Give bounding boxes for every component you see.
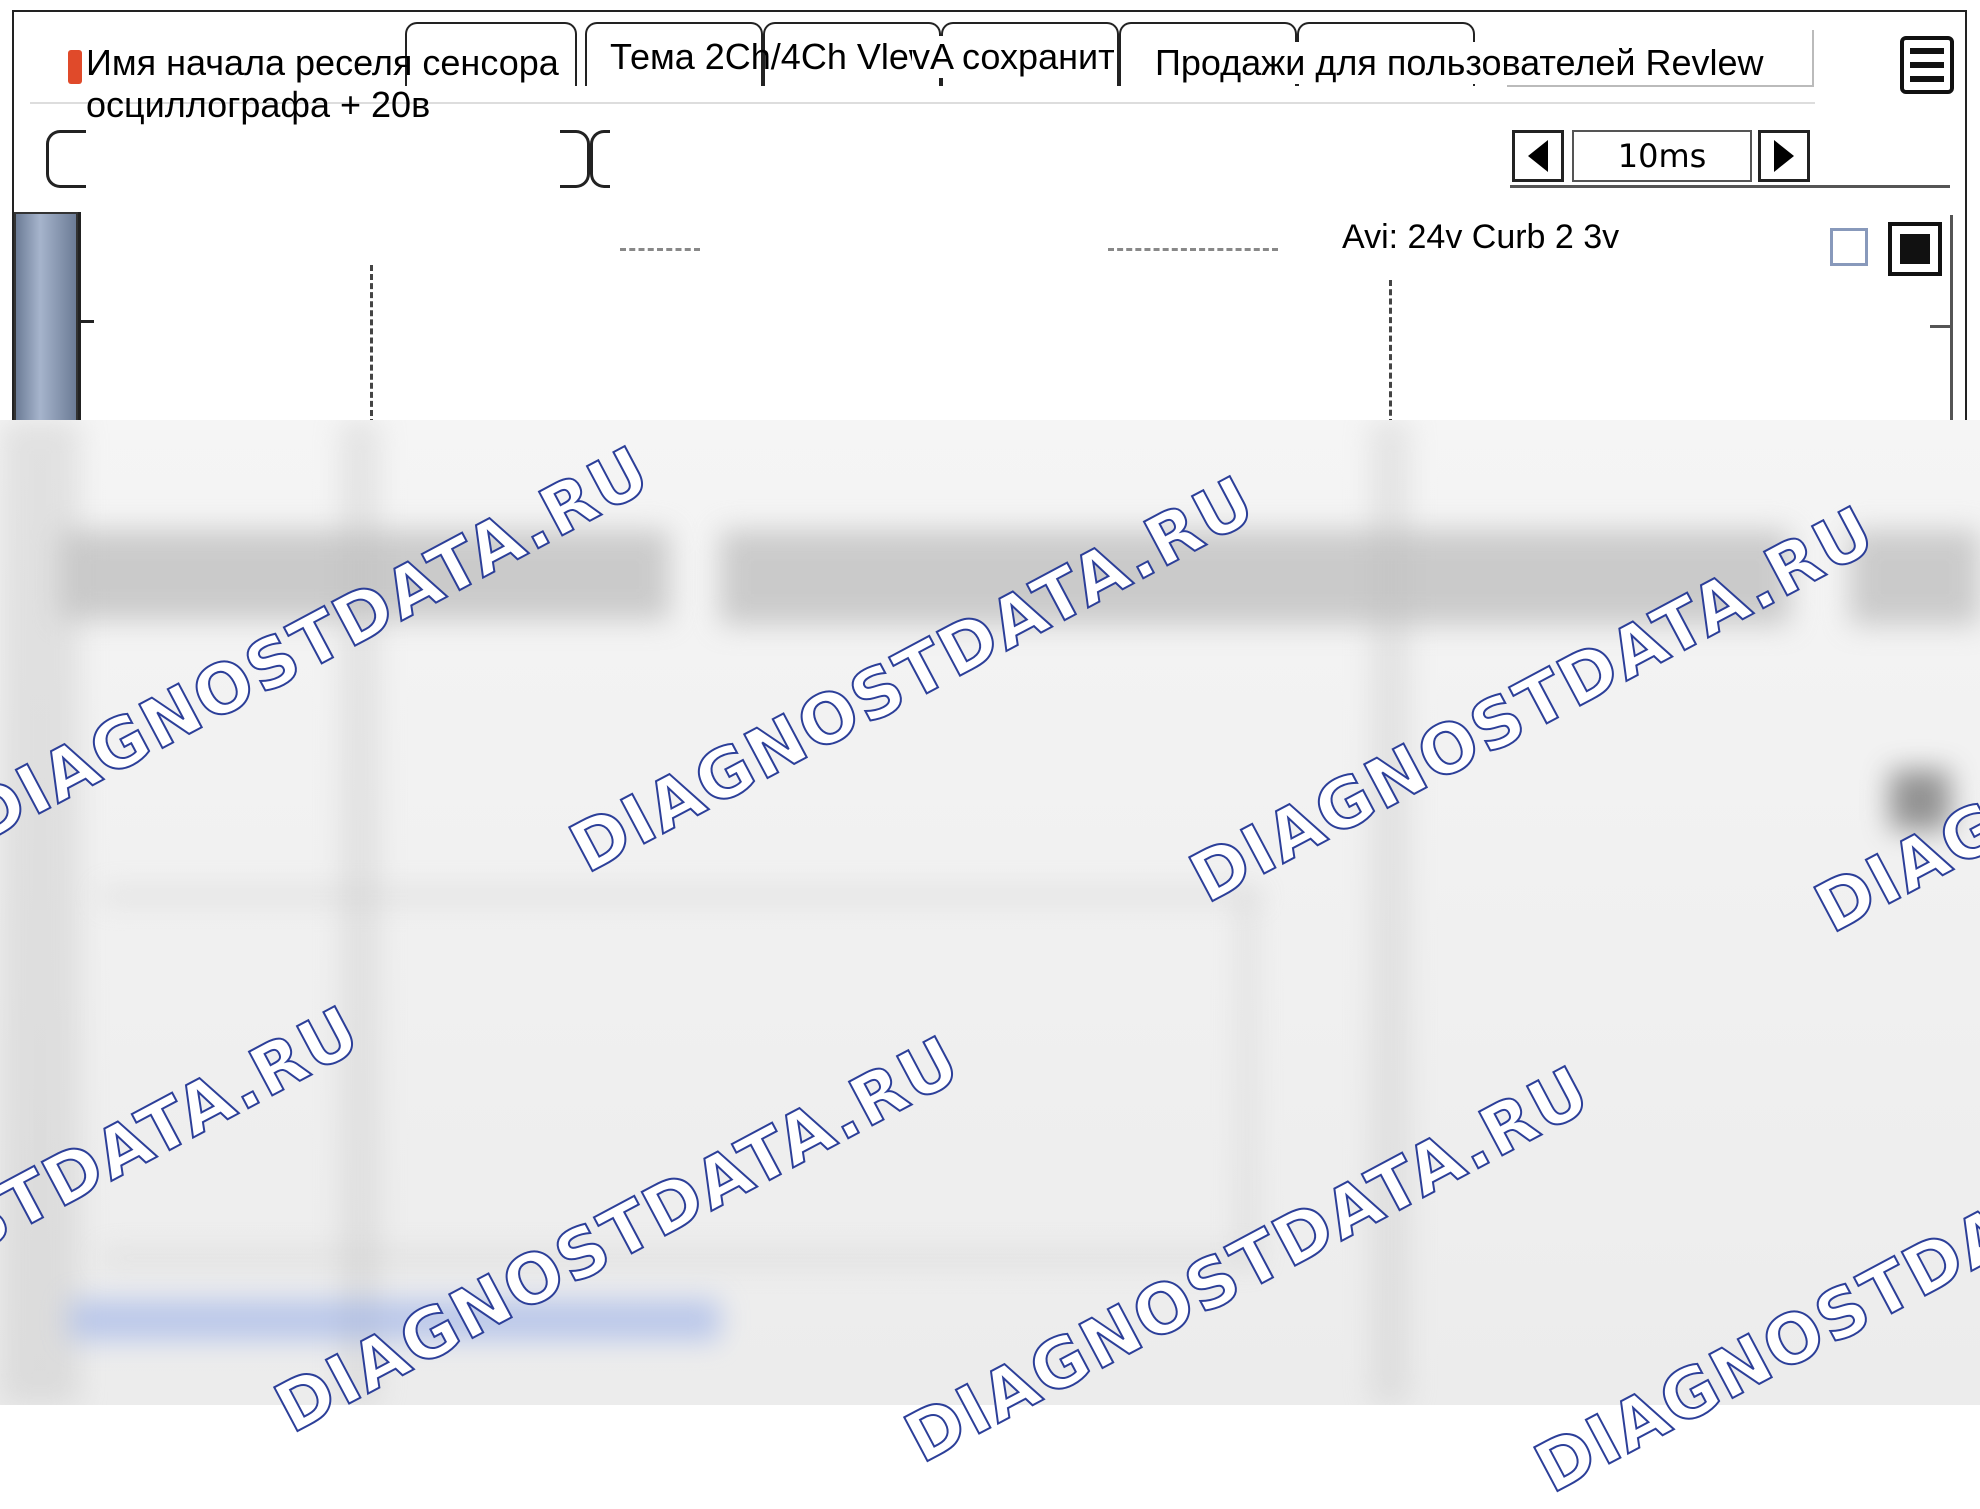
top-rule [1510,185,1950,188]
marker-dash [1108,248,1278,251]
theme-view-label[interactable]: Тема 2Ch/4Ch Vlew [610,36,935,78]
hamburger-menu-icon[interactable] [1900,36,1954,94]
right-triangle-icon [1774,140,1794,172]
next-timebase-button[interactable] [1758,130,1810,182]
cursor-line-right[interactable] [1389,280,1392,425]
timebase-display: 10ms [1572,130,1752,182]
save-label[interactable]: vA сохранит [912,36,1115,78]
blurred-content [0,420,1980,1405]
view-bracket-button[interactable] [590,130,610,188]
right-bracket-button[interactable] [560,130,590,188]
sensor-name-label[interactable]: Имя начала реселя сенсора [86,42,559,84]
stop-icon [1900,234,1930,264]
record-indicator-icon [68,50,82,84]
axis-tick [78,320,94,323]
cursor-readout: Avi: 24v Curb 2 3v [1342,218,1620,256]
prev-timebase-button[interactable] [1512,130,1564,182]
left-triangle-icon [1528,140,1548,172]
axis-tick-right [1930,325,1950,328]
channel-checkbox[interactable] [1830,228,1868,266]
view-panel [605,88,1475,223]
sensor-subtitle-label: осциллографа + 20в [86,84,431,125]
marker-dash [620,248,700,251]
cursor-line-left[interactable] [370,265,373,425]
left-bracket-button[interactable] [46,130,86,188]
sales-label[interactable]: Продажи для пользователей Revlew [1155,42,1764,84]
stop-button[interactable] [1888,222,1942,276]
